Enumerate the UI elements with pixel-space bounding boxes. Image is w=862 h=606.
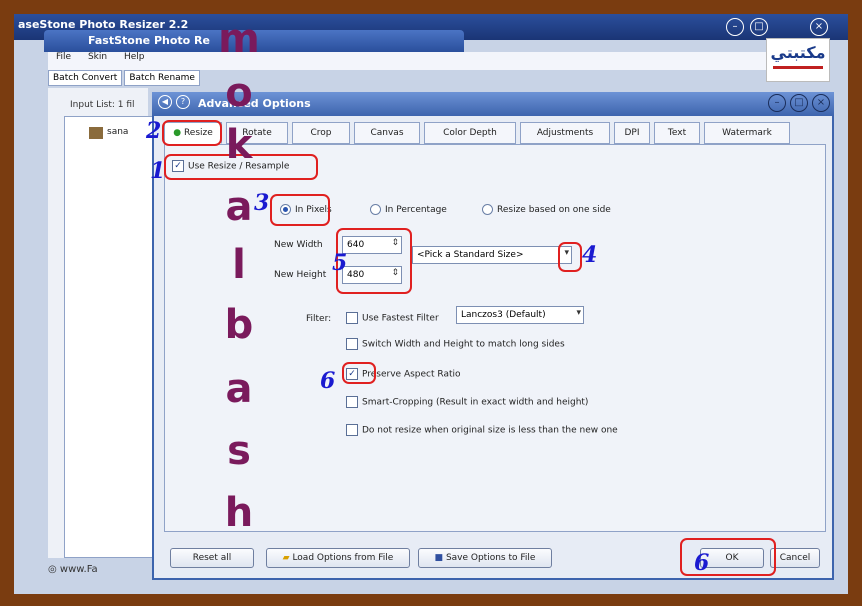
- dropdown-arrow-icon[interactable]: ▾: [576, 308, 581, 318]
- maximize-icon[interactable]: □: [750, 18, 768, 36]
- radio-icon: [370, 204, 381, 215]
- dialog-help-icon[interactable]: ?: [176, 95, 190, 109]
- smart-crop-label: Smart-Cropping (Result in exact width an…: [362, 397, 589, 408]
- preserve-aspect-label: Preserve Aspect Ratio: [362, 369, 461, 380]
- save-options-button[interactable]: ■ Save Options to File: [418, 548, 552, 568]
- filter-select[interactable]: Lanczos3 (Default) ▾: [456, 306, 584, 324]
- watermark-letter: b: [224, 302, 254, 348]
- load-options-label: Load Options from File: [292, 553, 394, 563]
- step-number-6b: 6: [694, 550, 710, 576]
- image-file-icon: [89, 127, 103, 139]
- watermark-letter: s: [227, 428, 251, 474]
- no-resize-smaller-label: Do not resize when original size is less…: [362, 425, 618, 436]
- radio-in-percentage-label: In Percentage: [385, 205, 447, 215]
- tab-batch-rename[interactable]: Batch Rename: [124, 70, 200, 86]
- tab-color-depth[interactable]: Color Depth: [424, 122, 516, 144]
- highlight-resize-tab: [162, 120, 222, 146]
- watermark-letter: m: [218, 16, 260, 62]
- switch-wh-checkbox[interactable]: Switch Width and Height to match long si…: [346, 338, 565, 350]
- highlight-preserve-aspect: [342, 362, 376, 384]
- logo-underline: [773, 66, 823, 69]
- use-fastest-label: Use Fastest Filter: [362, 313, 439, 324]
- checkbox-icon: [346, 312, 358, 324]
- close-icon[interactable]: ×: [810, 18, 828, 36]
- step-number-2: 2: [146, 118, 162, 144]
- checkbox-icon: [346, 338, 358, 350]
- highlight-width-height: [336, 228, 412, 294]
- menu-item-skin[interactable]: Skin: [88, 52, 107, 62]
- checkbox-icon: [346, 396, 358, 408]
- site-logo: مكتبتي: [766, 38, 830, 82]
- status-bar: ◎ www.Fa: [48, 564, 168, 582]
- menu-item-file[interactable]: File: [56, 52, 71, 62]
- tab-batch-convert[interactable]: Batch Convert: [48, 70, 123, 86]
- dialog-minimize-icon[interactable]: –: [768, 94, 786, 112]
- logo-text: مكتبتي: [770, 43, 826, 62]
- filter-value: Lanczos3 (Default): [461, 310, 546, 320]
- step-number-4: 4: [582, 242, 598, 268]
- step-number-5: 5: [332, 250, 348, 276]
- dialog-menu-icon[interactable]: ◀: [158, 95, 172, 109]
- watermark-letter: a: [225, 366, 253, 412]
- tab-watermark[interactable]: Watermark: [704, 122, 790, 144]
- load-options-button[interactable]: ▰ Load Options from File: [266, 548, 410, 568]
- radio-in-percentage[interactable]: In Percentage: [370, 204, 447, 215]
- highlight-in-pixels: [270, 194, 330, 226]
- screenshot-frame: aseStone Photo Resizer 2.2 FastStone Pho…: [14, 14, 848, 594]
- tab-text[interactable]: Text: [654, 122, 700, 144]
- dialog-close-icon[interactable]: ×: [812, 94, 830, 112]
- switch-wh-label: Switch Width and Height to match long si…: [362, 339, 565, 350]
- input-list-label: Input List: 1 fil: [70, 100, 135, 110]
- step-number-1: 1: [150, 158, 166, 184]
- new-height-label: New Height: [274, 270, 327, 280]
- tab-crop[interactable]: Crop: [292, 122, 350, 144]
- list-item[interactable]: sana: [107, 127, 128, 137]
- watermark-letter: l: [232, 242, 246, 288]
- watermark-letter: o: [225, 70, 253, 116]
- standard-size-value: <Pick a Standard Size>: [417, 250, 524, 260]
- checkbox-icon: [346, 424, 358, 436]
- menu-item-help[interactable]: Help: [124, 52, 145, 62]
- input-file-list[interactable]: sana: [64, 116, 156, 558]
- back-window-subtitle: FastStone Photo Re: [88, 34, 210, 47]
- status-icon: ◎: [48, 564, 57, 575]
- folder-icon: ▰: [282, 553, 290, 563]
- highlight-standard-size: [558, 242, 582, 272]
- new-width-label: New Width: [274, 240, 323, 250]
- watermark-letter: h: [224, 490, 254, 536]
- watermark-letter: a: [225, 184, 253, 230]
- smart-crop-checkbox[interactable]: Smart-Cropping (Result in exact width an…: [346, 396, 588, 408]
- tab-dpi[interactable]: DPI: [614, 122, 650, 144]
- radio-one-side-label: Resize based on one side: [497, 205, 611, 215]
- floppy-icon: ■: [434, 553, 444, 563]
- minimize-icon[interactable]: –: [726, 18, 744, 36]
- dialog-maximize-icon[interactable]: □: [790, 94, 808, 112]
- reset-all-button[interactable]: Reset all: [170, 548, 254, 568]
- radio-one-side[interactable]: Resize based on one side: [482, 204, 611, 215]
- filter-label: Filter:: [306, 314, 332, 324]
- menu-bar: File Skin Help: [48, 52, 808, 70]
- save-options-label: Save Options to File: [445, 553, 536, 563]
- use-fastest-checkbox[interactable]: Use Fastest Filter: [346, 312, 439, 324]
- step-number-6a: 6: [320, 368, 336, 394]
- radio-icon: [482, 204, 493, 215]
- status-url[interactable]: www.Fa: [60, 564, 98, 575]
- tab-canvas[interactable]: Canvas: [354, 122, 420, 144]
- watermark-letter: k: [225, 122, 253, 168]
- tab-adjustments[interactable]: Adjustments: [520, 122, 610, 144]
- no-resize-smaller-checkbox[interactable]: Do not resize when original size is less…: [346, 424, 618, 436]
- cancel-button[interactable]: Cancel: [770, 548, 820, 568]
- back-window-tabs: Batch Convert Batch Rename: [48, 70, 348, 88]
- standard-size-select[interactable]: <Pick a Standard Size> ▾: [412, 246, 572, 264]
